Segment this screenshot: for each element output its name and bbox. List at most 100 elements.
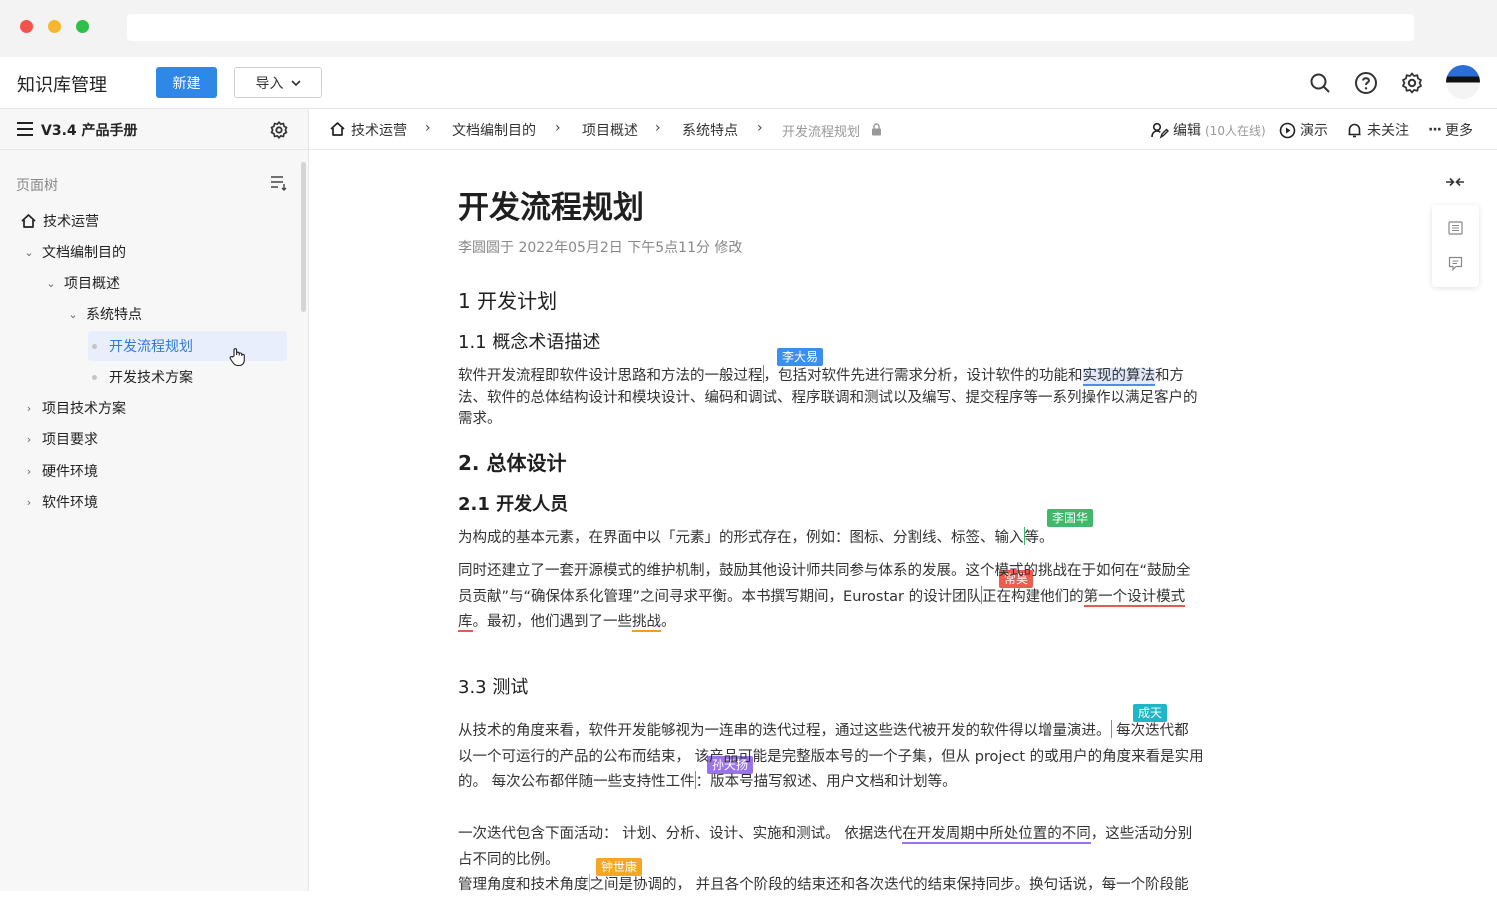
home-icon — [21, 214, 36, 228]
lock-icon — [872, 123, 881, 136]
text-run: 需求。 — [458, 411, 502, 427]
edit-button[interactable]: 编辑 (10人在线) — [1151, 120, 1266, 140]
tree-item-label: 系统特点 — [86, 307, 142, 323]
edit-label: 编辑 — [1173, 123, 1201, 139]
tree-item-project-tech[interactable]: › 项目技术方案 — [22, 393, 126, 423]
tree-item-project-req[interactable]: › 项目要求 — [22, 424, 98, 454]
heading-1-1: 1.1 概念术语描述 — [458, 332, 601, 353]
breadcrumb-item[interactable]: 文档编制目的 — [452, 120, 536, 140]
breadcrumb-bar: 技术运营 › 文档编制目的 › 项目概述 › 系统特点 › 开发流程规划 编辑 … — [309, 109, 1497, 150]
text-run: 同时还建立了一套开源模式的维护机制，鼓励其他设计师共同参与体系的发展。这个模式的… — [458, 563, 1191, 579]
tree-item-hardware[interactable]: › 硬件环境 — [22, 456, 98, 486]
tree-item-dev-process[interactable]: 开发流程规划 — [88, 331, 287, 361]
search-icon[interactable] — [1308, 71, 1332, 95]
tree-item-label: 技术运营 — [43, 214, 99, 230]
chevron-down-icon[interactable]: ⌄ — [22, 246, 36, 259]
page-title: 开发流程规划 — [458, 190, 644, 226]
follow-button[interactable]: 未关注 — [1346, 120, 1409, 140]
text-run: ，包括对软件先进行需求分析，设计软件的功能和 — [763, 368, 1083, 384]
breadcrumb-item[interactable]: 项目概述 — [582, 120, 638, 140]
sidebar: V3.4 产品手册 页面树 技术运营 ⌄ 文档编制目的 ⌄ 项目概述 ⌄ 系统特… — [0, 109, 309, 891]
tree-item-doc-purpose[interactable]: ⌄ 文档编制目的 — [22, 237, 126, 267]
text-run: 占不同的比例。 — [458, 851, 560, 868]
menu-icon[interactable] — [16, 121, 34, 137]
address-bar[interactable] — [127, 14, 1414, 41]
chevron-right-icon: › — [757, 120, 763, 136]
maximize-window-button[interactable] — [76, 20, 89, 33]
follow-label: 未关注 — [1367, 123, 1409, 139]
collaborator-tag: 李大易 — [777, 348, 824, 366]
chevron-right-icon: › — [655, 120, 661, 136]
tree-item-label: 项目要求 — [42, 432, 98, 448]
text-run: 的。 每次公布都伴随一些支持性工件 — [458, 774, 695, 790]
minimize-window-button[interactable] — [48, 20, 61, 33]
window-chrome — [0, 0, 1497, 57]
tree-item-software[interactable]: › 软件环境 — [22, 487, 98, 517]
app-header: 知识库管理 新建 导入 — [0, 57, 1497, 109]
underlined-text[interactable]: 在开发周期中所处位置的不同 — [902, 826, 1091, 844]
tree-item-project-overview[interactable]: ⌄ 项目概述 — [44, 268, 120, 298]
close-window-button[interactable] — [20, 20, 33, 33]
outline-list-icon[interactable] — [1448, 221, 1463, 235]
user-avatar[interactable] — [1446, 65, 1480, 99]
tree-item-dev-tech[interactable]: 开发技术方案 — [92, 362, 193, 392]
heading-1: 1 开发计划 — [458, 289, 558, 313]
import-button[interactable]: 导入 — [234, 67, 322, 98]
highlighted-text[interactable]: 实现的算法 — [1082, 368, 1155, 386]
tree-item-label: 文档编制目的 — [42, 245, 126, 261]
underlined-text[interactable]: 库 — [458, 614, 473, 632]
help-icon[interactable] — [1354, 71, 1378, 95]
chevron-down-icon[interactable]: ⌄ — [66, 308, 80, 321]
tree-item-label: 开发技术方案 — [109, 370, 193, 386]
breadcrumb-item[interactable]: 技术运营 — [351, 120, 407, 140]
chevron-right-icon[interactable]: › — [22, 402, 36, 415]
floating-side-panel — [1432, 205, 1479, 287]
text-run: 以一个可运行的产品的公布而结束， 该产品可能是完整版本号的一个子集，但从 pro… — [458, 748, 1204, 765]
play-circle-icon — [1279, 122, 1296, 138]
page-meta: 李圆圆于 2022年05月2日 下午5点11分 修改 — [458, 240, 743, 256]
paragraph-5: 一次迭代包含下面活动： 计划、分析、设计、实施和测试。 依据迭代在开发周期中所处… — [458, 822, 1192, 899]
text-run: 从技术的角度来看，软件开发能够视为一连串的迭代过程，通过这些迭代被开发的软件得以… — [458, 723, 1111, 739]
chevron-right-icon: › — [555, 120, 561, 136]
tree-item-system-features[interactable]: ⌄ 系统特点 — [66, 299, 142, 329]
heading-2: 2. 总体设计 — [458, 451, 567, 475]
tree-item-tech-ops[interactable]: 技术运营 — [20, 206, 99, 236]
co-edit-icon — [1151, 122, 1169, 139]
present-label: 演示 — [1300, 123, 1328, 139]
present-button[interactable]: 演示 — [1279, 120, 1328, 140]
text-run: 。 — [661, 614, 676, 630]
paragraph-1: 软件开发流程即软件设计思路和方法的一般过程，包括对软件先进行需求分析，设计软件的… — [458, 365, 1198, 431]
chevron-right-icon[interactable]: › — [22, 433, 36, 446]
text-run: 和方 — [1155, 368, 1184, 384]
text-run: 一次迭代包含下面活动： 计划、分析、设计、实施和测试。 依据迭代 — [458, 826, 903, 842]
chevron-right-icon[interactable]: › — [22, 496, 36, 509]
breadcrumb-item[interactable]: 系统特点 — [682, 120, 738, 140]
new-button[interactable]: 新建 — [156, 67, 217, 98]
text-run: ：版本号描写叙述、用户文档和计划等。 — [695, 774, 957, 790]
underlined-text[interactable]: 挑战 — [632, 614, 661, 632]
paragraph-2: 为构成的基本元素，在界面中以「元素」的形式存在，例如：图标、分割线、标签、输入等… — [458, 527, 1054, 550]
chevron-right-icon: › — [425, 120, 431, 136]
more-dots-icon: ··· — [1428, 122, 1442, 138]
sort-icon[interactable] — [270, 175, 288, 191]
text-run: 。最初，他们遇到了一些 — [472, 614, 633, 630]
collaborator-tag: 李国华 — [1047, 509, 1094, 527]
collapse-arrows-icon[interactable] — [1444, 175, 1466, 189]
breadcrumb-current: 开发流程规划 — [782, 125, 861, 140]
comment-icon[interactable] — [1448, 256, 1463, 271]
bullet-icon — [92, 343, 97, 349]
more-button[interactable]: ··· 更多 — [1428, 120, 1473, 140]
chevron-down-icon[interactable]: ⌄ — [44, 277, 58, 290]
chevron-right-icon[interactable]: › — [22, 465, 36, 478]
sidebar-header: V3.4 产品手册 — [0, 109, 308, 150]
sidebar-scrollbar[interactable] — [301, 162, 306, 312]
settings-gear-icon[interactable] — [1400, 71, 1424, 95]
space-settings-icon[interactable] — [269, 120, 289, 140]
text-run: 正在构建他们的 — [982, 588, 1084, 605]
tree-item-label: 开发流程规划 — [109, 339, 193, 355]
tree-item-label: 项目概述 — [64, 276, 120, 292]
paragraph-4: 从技术的角度来看，软件开发能够视为一连串的迭代过程，通过这些迭代被开发的软件得以… — [458, 719, 1204, 796]
text-run: 法、软件的总体结构设计和模块设计、编码和调试、程序联调和测试以及编写、提交程序等… — [458, 389, 1198, 406]
bell-icon — [1348, 123, 1361, 137]
underlined-text[interactable]: 第一个设计模式 — [1083, 588, 1186, 607]
